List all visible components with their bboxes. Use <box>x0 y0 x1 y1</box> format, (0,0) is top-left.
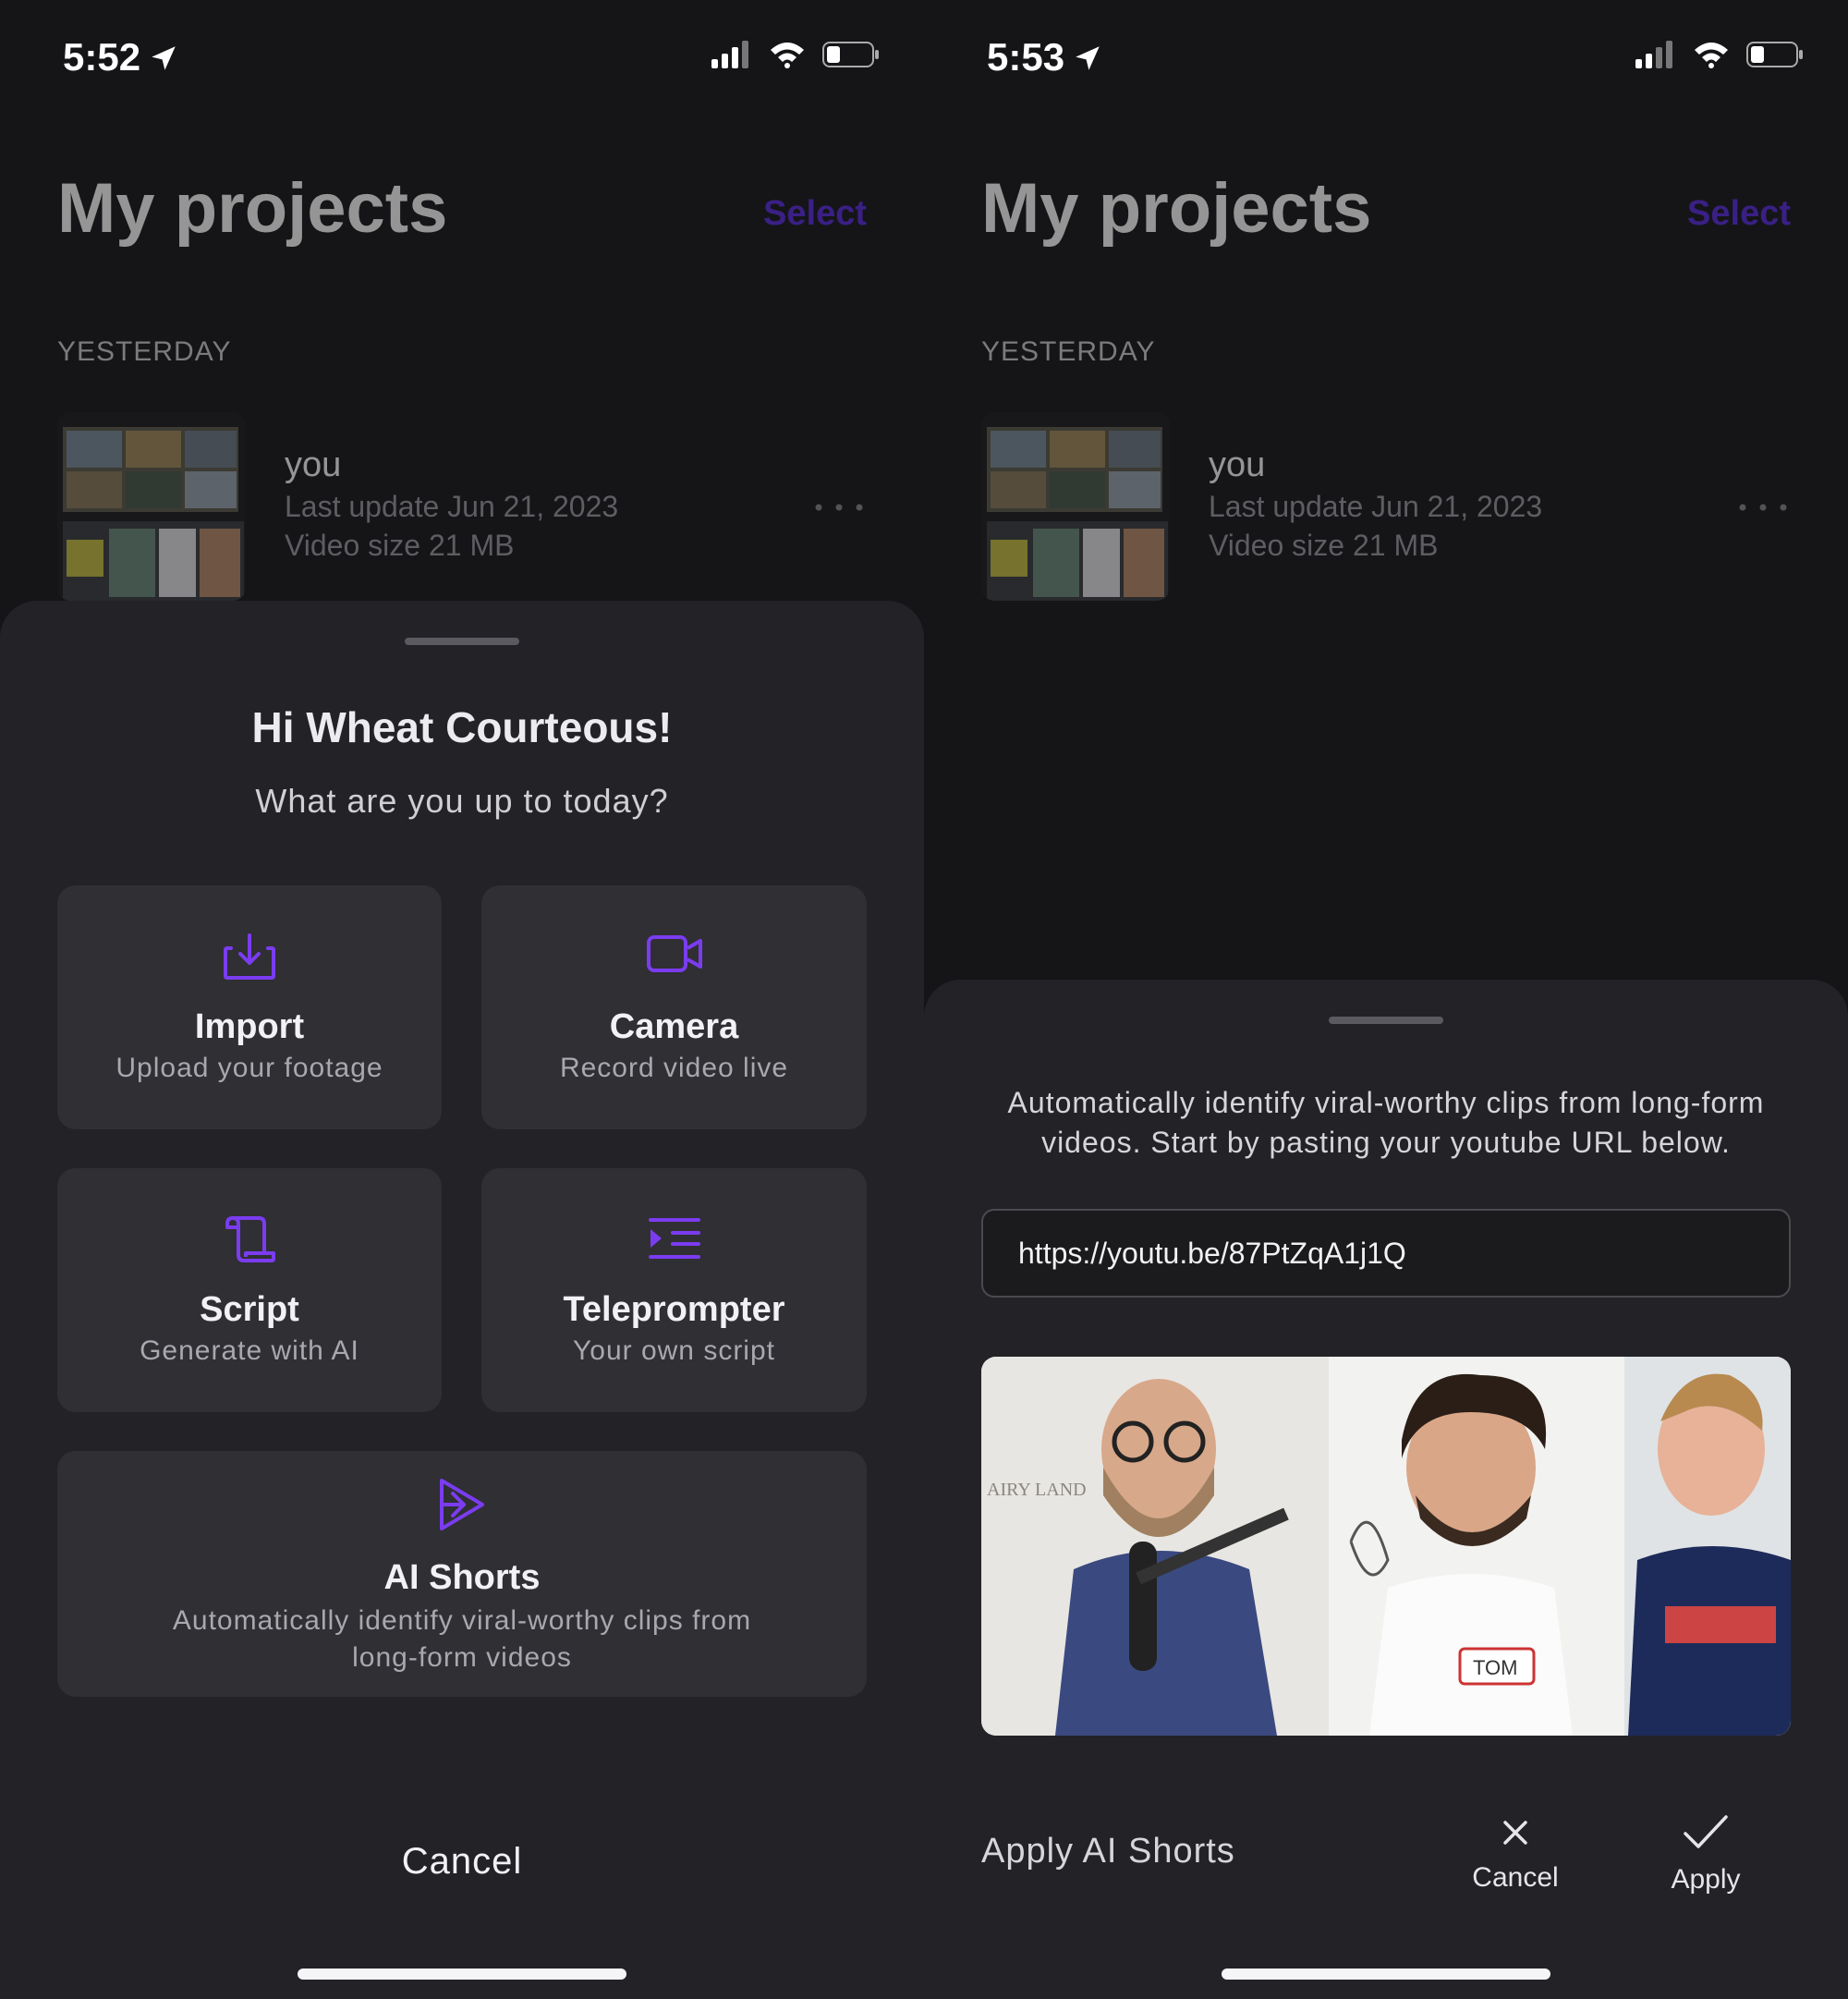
project-row[interactable]: you Last update Jun 21, 2023 Video size … <box>981 412 1794 601</box>
phone-screen-left: 5:52 My projects Select YESTERDAY you La… <box>0 0 924 1999</box>
description-line1: Automatically identify viral-worthy clip… <box>1007 1086 1765 1119</box>
cellular-signal-icon <box>1635 41 1672 68</box>
status-bar: 5:52 <box>0 0 924 111</box>
select-button[interactable]: Select <box>763 194 867 234</box>
status-icons <box>1635 41 1804 68</box>
apply-action[interactable]: Apply <box>1641 1813 1770 1895</box>
status-icons <box>711 41 880 68</box>
section-label: YESTERDAY <box>981 336 1156 367</box>
sign-text: AIRY LAND <box>987 1480 1087 1500</box>
project-thumbnail <box>981 412 1170 601</box>
battery-icon <box>1746 42 1803 67</box>
sheet-handle[interactable] <box>405 638 519 645</box>
apply-label: Apply <box>1671 1864 1741 1895</box>
cancel-action[interactable]: Cancel <box>1451 1817 1580 1894</box>
project-last-update: Last update Jun 21, 2023 <box>1209 490 1543 523</box>
sheet-handle[interactable] <box>1329 1017 1443 1024</box>
ai-shorts-sheet: Automatically identify viral-worthy clip… <box>924 980 1848 1999</box>
apply-ai-shorts-title: Apply AI Shorts <box>981 1832 1235 1871</box>
battery-icon <box>822 42 879 67</box>
project-last-update: Last update Jun 21, 2023 <box>285 490 619 523</box>
name-tag-text: TOM <box>1473 1656 1517 1679</box>
more-options-icon[interactable] <box>1735 501 1791 514</box>
ai-shorts-icon <box>440 1479 484 1530</box>
greeting-title: Hi Wheat Courteous! <box>251 703 673 751</box>
greeting-subtitle: What are you up to today? <box>255 782 669 820</box>
script-card[interactable]: Script Generate with AI <box>57 1168 442 1412</box>
wifi-icon <box>1695 43 1728 68</box>
project-row[interactable]: you Last update Jun 21, 2023 Video size … <box>57 412 870 601</box>
status-time: 5:53 <box>987 35 1103 79</box>
page-title: My projects <box>57 169 448 248</box>
close-icon <box>1503 1821 1527 1845</box>
camera-card[interactable]: Camera Record video live <box>481 885 867 1129</box>
page-title: My projects <box>981 169 1372 248</box>
project-thumbnail <box>57 412 246 601</box>
card-subtitle-line1: Automatically identify viral-worthy clip… <box>172 1605 752 1636</box>
select-button[interactable]: Select <box>1687 194 1791 234</box>
teleprompter-icon <box>648 1218 700 1259</box>
card-title: AI Shorts <box>383 1558 541 1597</box>
section-label: YESTERDAY <box>57 336 232 367</box>
cancel-button[interactable]: Cancel <box>0 1841 924 1883</box>
import-card[interactable]: Import Upload your footage <box>57 885 442 1129</box>
phone-screen-right: 5:53 My projects Select YESTERDAY you La… <box>924 0 1848 1999</box>
card-title: Camera <box>609 1007 739 1046</box>
location-arrow-icon <box>152 46 176 70</box>
youtube-url-input[interactable] <box>981 1209 1791 1298</box>
checkmark-icon <box>1684 1815 1728 1848</box>
card-title: Import <box>194 1007 305 1046</box>
wifi-icon <box>771 43 804 68</box>
cellular-signal-icon <box>711 41 748 68</box>
video-camera-icon <box>646 935 702 972</box>
video-preview-thumbnail: AIRY LAND TOM <box>981 1357 1791 1736</box>
project-video-size: Video size 21 MB <box>285 529 515 562</box>
card-subtitle-line2: long-form videos <box>352 1642 572 1673</box>
project-video-size: Video size 21 MB <box>1209 529 1439 562</box>
more-options-icon[interactable] <box>811 501 867 514</box>
status-time: 5:52 <box>63 35 179 79</box>
download-icon <box>224 933 275 980</box>
location-arrow-icon <box>1076 46 1100 70</box>
description-line2: videos. Start by pasting your youtube UR… <box>1041 1126 1731 1159</box>
card-subtitle: Generate with AI <box>140 1335 359 1366</box>
card-subtitle: Upload your footage <box>116 1053 383 1083</box>
cancel-label: Cancel <box>1472 1862 1559 1893</box>
status-bar: 5:53 <box>924 0 1848 111</box>
scroll-icon <box>225 1216 275 1262</box>
teleprompter-card[interactable]: Teleprompter Your own script <box>481 1168 867 1412</box>
home-indicator <box>1222 1969 1550 1980</box>
project-name: you <box>285 445 342 484</box>
card-subtitle: Your own script <box>573 1335 775 1366</box>
card-title: Script <box>200 1290 299 1329</box>
new-project-sheet: Hi Wheat Courteous! What are you up to t… <box>0 601 924 1999</box>
home-indicator <box>298 1969 626 1980</box>
ai-shorts-description: Automatically identify viral-worthy clip… <box>979 1083 1793 1163</box>
ai-shorts-card[interactable]: AI Shorts Automatically identify viral-w… <box>57 1451 867 1697</box>
card-title: Teleprompter <box>563 1290 785 1329</box>
card-subtitle: Record video live <box>559 1053 789 1083</box>
project-name: you <box>1209 445 1266 484</box>
